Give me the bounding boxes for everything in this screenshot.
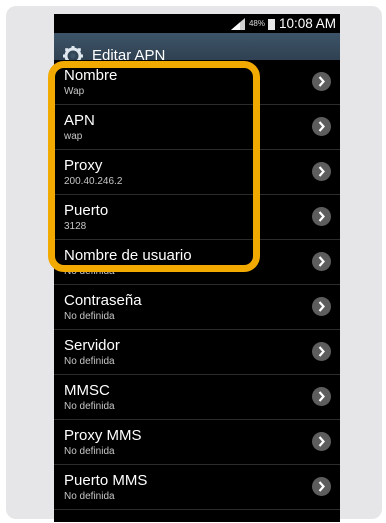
clock: 10:08 AM — [278, 16, 336, 31]
item-title: Nombre de usuario — [64, 247, 192, 264]
item-title: MMSC — [64, 382, 110, 399]
chevron-right-icon[interactable] — [312, 432, 331, 451]
item-title: Proxy — [64, 157, 103, 174]
list-item-contrasena[interactable]: Contraseña No definida — [54, 285, 340, 330]
item-value: wap — [64, 131, 83, 142]
list-item-proxy[interactable]: Proxy 200.40.246.2 — [54, 150, 340, 195]
list-item-apn[interactable]: APN wap — [54, 105, 340, 150]
item-value: 3128 — [64, 221, 87, 232]
item-title: Nombre — [64, 67, 118, 84]
chevron-right-icon[interactable] — [312, 252, 331, 271]
phone-screen: 48% 10:08 AM Editar APN Nombre Wap APN w… — [54, 14, 340, 522]
list-item-servidor[interactable]: Servidor No definida — [54, 330, 340, 375]
item-title: Puerto MMS — [64, 472, 148, 489]
item-title: Servidor — [64, 337, 120, 354]
action-bar: Editar APN — [54, 33, 340, 60]
apn-settings-list: Nombre Wap APN wap Proxy 200.40.246.2 Pu… — [54, 60, 340, 510]
chevron-right-icon[interactable] — [312, 297, 331, 316]
item-title: Proxy MMS — [64, 427, 142, 444]
status-bar: 48% 10:08 AM — [54, 14, 340, 33]
chevron-right-icon[interactable] — [312, 117, 331, 136]
item-value: No definida — [64, 356, 115, 367]
list-item-nombre-de-usuario[interactable]: Nombre de usuario No definida — [54, 240, 340, 285]
item-value: No definida — [64, 401, 115, 412]
battery-percent: 48% — [248, 19, 265, 28]
item-title: Contraseña — [64, 292, 142, 309]
chevron-right-icon[interactable] — [312, 207, 331, 226]
chevron-right-icon[interactable] — [312, 162, 331, 181]
chevron-right-icon[interactable] — [312, 387, 331, 406]
list-item-proxy-mms[interactable]: Proxy MMS No definida — [54, 420, 340, 465]
item-value: No definida — [64, 446, 115, 457]
list-item-mmsc[interactable]: MMSC No definida — [54, 375, 340, 420]
item-value: Wap — [64, 86, 85, 97]
chevron-right-icon[interactable] — [312, 477, 331, 496]
battery-icon — [267, 17, 275, 30]
list-item-puerto[interactable]: Puerto 3128 — [54, 195, 340, 240]
item-value: 200.40.246.2 — [64, 176, 123, 187]
page-title: Editar APN — [92, 47, 166, 60]
chevron-right-icon[interactable] — [312, 342, 331, 361]
item-title: APN — [64, 112, 95, 129]
item-value: No definida — [64, 266, 115, 277]
item-value: No definida — [64, 311, 115, 322]
item-value: No definida — [64, 491, 115, 502]
item-title: Puerto — [64, 202, 109, 219]
signal-bars-icon — [230, 17, 245, 30]
list-item-nombre[interactable]: Nombre Wap — [54, 60, 340, 105]
settings-gear-icon[interactable] — [63, 46, 83, 60]
list-item-puerto-mms[interactable]: Puerto MMS No definida — [54, 465, 340, 510]
chevron-right-icon[interactable] — [312, 72, 331, 91]
